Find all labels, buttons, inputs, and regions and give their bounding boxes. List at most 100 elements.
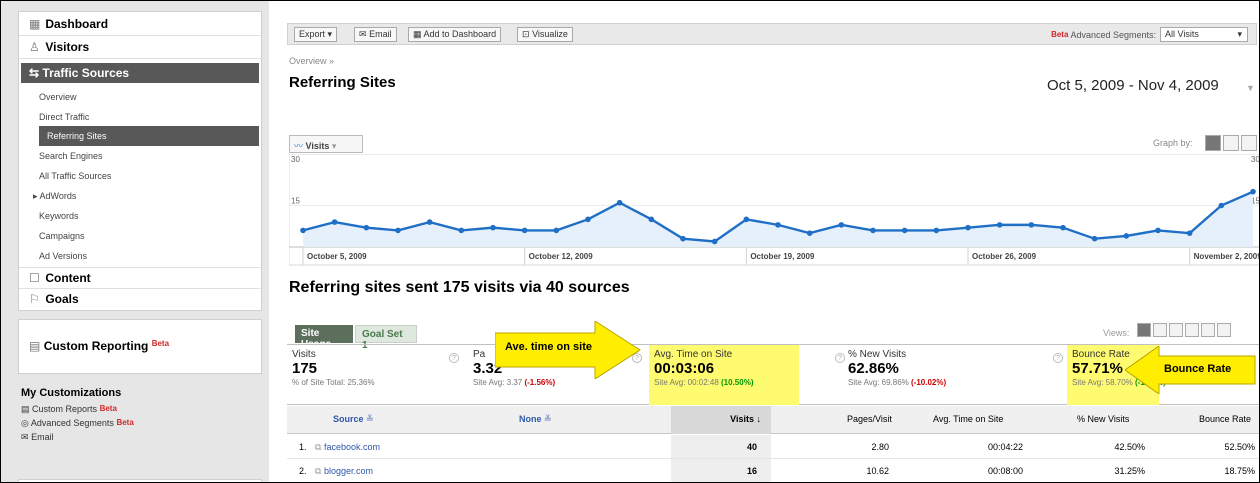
metric-value: 175	[292, 360, 318, 377]
avg-time-cell: 00:08:00	[987, 466, 1023, 476]
sidebar-item-content[interactable]: ☐ Content	[19, 267, 263, 289]
graph-by-week-button[interactable]	[1223, 135, 1239, 151]
bounce-rate-header[interactable]: Bounce Rate	[1199, 414, 1251, 424]
sidebar-bottom-panel	[18, 479, 262, 482]
sidebar-sub-campaigns[interactable]: Campaigns	[19, 226, 259, 246]
window: ▦ Dashboard ♙ Visitors ⇆ Traffic Sources…	[0, 0, 1260, 483]
advanced-segments-select[interactable]: All Visits ▾	[1160, 27, 1248, 42]
pages-cell: 10.62	[866, 466, 889, 476]
visits-data-point	[300, 227, 306, 234]
avg-time-header[interactable]: Avg. Time on Site	[933, 414, 1003, 424]
advanced-segments-link[interactable]: ◎ Advanced Segments Beta	[18, 416, 262, 430]
sidebar-item-visitors[interactable]: ♙ Visitors	[19, 37, 263, 59]
custom-reporting-panel: ▤ Custom Reporting Beta	[18, 319, 262, 374]
breadcrumb[interactable]: Overview »	[289, 56, 334, 66]
custom-reporting-link[interactable]: ▤ Custom Reporting Beta	[29, 339, 169, 353]
chevron-down-icon[interactable]: ▼	[1246, 83, 1255, 93]
graph-by-day-button[interactable]	[1205, 135, 1221, 151]
visits-data-point	[1155, 227, 1161, 234]
visits-data-point	[996, 222, 1003, 228]
metric-avg-time-on-site: Avg. Time on Site 00:03:06 Site Avg: 00:…	[649, 345, 799, 405]
sort-down-arrow-icon: ↓	[756, 414, 762, 424]
source-cell[interactable]: ⧉ blogger.com	[315, 466, 373, 477]
add-dashboard-label: Add to Dashboard	[423, 29, 497, 39]
envelope-icon: ✉	[21, 432, 29, 442]
metric-new-visits: % New Visits 62.86% Site Avg: 69.86% (-1…	[843, 345, 1043, 405]
source-column-header[interactable]: Source ≚	[333, 414, 374, 425]
bounce-cell: 52.50%	[1224, 442, 1255, 452]
graph-metric-label: Visits	[305, 141, 330, 151]
export-button[interactable]: Export ▾	[294, 27, 338, 42]
source-link: blogger.com	[323, 466, 373, 476]
visits-data-point	[616, 199, 623, 206]
sidebar-sub-ad-versions[interactable]: Ad Versions	[19, 246, 259, 266]
visualize-button[interactable]: ⊡ Visualize	[517, 27, 573, 42]
help-icon[interactable]: ?	[1053, 353, 1063, 363]
chevron-down-icon: ▾	[327, 29, 333, 39]
metric-sub: Site Avg: 00:02:48 (10.50%)	[654, 378, 799, 387]
sidebar: ▦ Dashboard ♙ Visitors ⇆ Traffic Sources…	[1, 1, 269, 482]
sidebar-sub-adwords[interactable]: ▸ AdWords	[19, 186, 259, 206]
sidebar-sub-overview[interactable]: Overview	[19, 87, 259, 107]
sidebar-sub-referring-sites[interactable]: Referring Sites	[39, 126, 259, 146]
visits-data-point	[711, 238, 718, 245]
date-range-picker[interactable]: Oct 5, 2009 - Nov 4, 2009	[1047, 77, 1219, 94]
source-cell[interactable]: ⧉ facebook.com	[315, 442, 380, 453]
custom-reports-link[interactable]: ▤ Custom Reports Beta	[18, 402, 262, 416]
visualize-icon: ⊡	[522, 29, 530, 39]
visits-data-point	[965, 224, 971, 231]
export-label: Export	[299, 29, 326, 39]
new-visits-header[interactable]: % New Visits	[1077, 414, 1129, 424]
add-to-dashboard-button[interactable]: ▦ Add to Dashboard	[408, 27, 502, 42]
sidebar-item-traffic-sources[interactable]: ⇆ Traffic Sources	[21, 63, 259, 83]
sidebar-sub-search-engines[interactable]: Search Engines	[19, 146, 259, 166]
pages-per-visit-header[interactable]: Pages/Visit	[847, 414, 892, 424]
sidebar-item-goals[interactable]: ⚐ Goals	[19, 289, 263, 311]
visits-data-point	[648, 216, 655, 223]
beta-badge: Beta	[1051, 30, 1069, 39]
metric-value: 62.86%	[848, 360, 899, 377]
sidebar-sub-keywords[interactable]: Keywords	[19, 206, 259, 226]
view-pivot-button[interactable]	[1201, 323, 1215, 337]
view-table-button[interactable]	[1137, 323, 1151, 337]
visits-column-header[interactable]: Visits ↓	[671, 406, 771, 434]
graph-metric-select[interactable]: 〰 Visits ▾	[289, 135, 363, 153]
email-label: Email	[369, 29, 392, 39]
external-link-icon: ⧉	[315, 442, 322, 452]
email-button[interactable]: ✉ Email	[354, 27, 397, 42]
sidebar-sub-all-traffic-sources[interactable]: All Traffic Sources	[19, 166, 259, 186]
sidebar-item-label: Visitors	[45, 40, 90, 54]
metric-sub-text: Site Avg: 00:02:48	[654, 378, 722, 387]
x-tick-label: November 2, 2009	[1194, 252, 1260, 261]
visits-data-point	[680, 235, 686, 242]
view-comparison-button[interactable]	[1185, 323, 1199, 337]
sidebar-item-dashboard[interactable]: ▦ Dashboard	[19, 14, 263, 36]
visits-data-point	[553, 227, 560, 234]
view-pie-button[interactable]	[1153, 323, 1167, 337]
graph-by-label: Graph by:	[1153, 138, 1193, 148]
avg-time-cell: 00:04:22	[987, 442, 1023, 452]
segments-label-text: Advanced Segments:	[1070, 30, 1156, 40]
dropdown-icon: ≚	[366, 414, 374, 424]
view-trend-button[interactable]	[1217, 323, 1231, 337]
visits-cell: 40	[671, 435, 771, 458]
tab-site-usage[interactable]: Site Usage	[295, 325, 353, 350]
tab-goal-set-1[interactable]: Goal Set 1	[355, 325, 417, 351]
graph-by-month-button[interactable]	[1241, 135, 1257, 151]
email-link[interactable]: ✉ Email	[18, 430, 262, 444]
visits-data-point	[585, 216, 591, 223]
y-tick-label-right: 30	[1251, 155, 1260, 164]
view-performance-button[interactable]	[1169, 323, 1183, 337]
visits-data-point	[1218, 202, 1225, 209]
metric-sub: Site Avg: 69.86% (-10.02%)	[848, 378, 1043, 387]
page-title: Referring Sites	[289, 74, 396, 91]
beta-badge: Beta	[116, 418, 134, 427]
visualize-label: Visualize	[532, 29, 568, 39]
sidebar-sub-direct-traffic[interactable]: Direct Traffic	[19, 107, 259, 127]
visits-chart: 30 15 30 15 October 5, 2009 October 12, 2009 O…	[288, 153, 1260, 266]
help-icon[interactable]: ?	[449, 353, 459, 363]
secondary-dimension-header[interactable]: None ≚	[519, 414, 552, 425]
metric-sub-text: Site Avg: 3.37	[473, 378, 525, 387]
metric-delta: (-1.56%)	[524, 378, 556, 387]
bounce-callout-label: Bounce Rate	[1164, 363, 1232, 375]
